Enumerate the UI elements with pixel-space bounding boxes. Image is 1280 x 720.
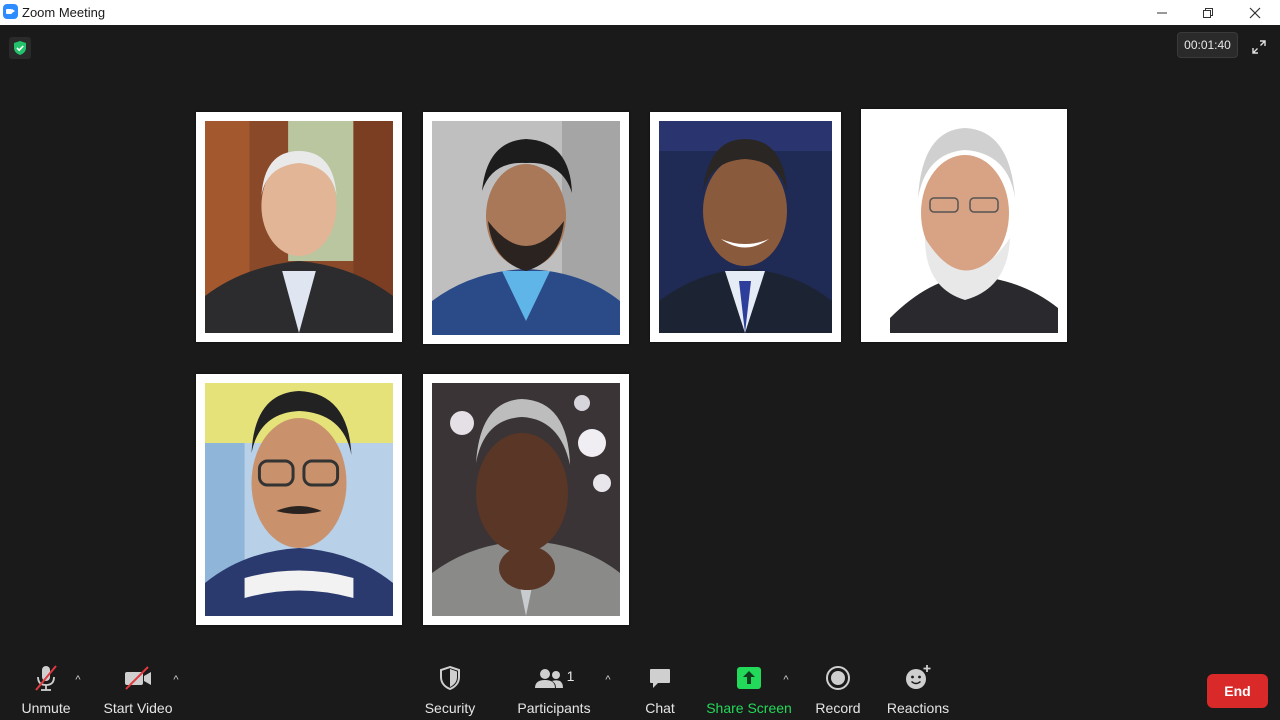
zoom-app-icon — [3, 4, 18, 19]
shield-check-icon — [14, 41, 26, 55]
participants-options-caret[interactable]: ^ — [602, 674, 614, 686]
unmute-button[interactable]: Unmute — [14, 660, 78, 720]
encryption-status[interactable] — [9, 37, 31, 59]
window-title-bar: Zoom Meeting — [0, 0, 1280, 25]
participant-photo — [659, 121, 832, 333]
video-options-caret[interactable]: ^ — [170, 674, 182, 686]
video-tile-6[interactable] — [423, 374, 629, 625]
video-tile-5[interactable] — [196, 374, 402, 625]
fullscreen-button[interactable] — [1246, 34, 1272, 60]
meeting-timer: 00:01:40 — [1177, 32, 1238, 58]
shield-icon — [439, 660, 461, 696]
chat-button[interactable]: Chat — [640, 660, 680, 720]
record-label: Record — [815, 700, 861, 716]
start-video-label: Start Video — [103, 700, 173, 716]
security-label: Security — [424, 700, 476, 716]
reactions-label: Reactions — [886, 700, 950, 716]
share-screen-label: Share Screen — [706, 700, 792, 716]
start-video-button[interactable]: Start Video — [103, 660, 173, 720]
video-tile-2[interactable] — [423, 112, 629, 344]
participant-photo — [205, 121, 393, 333]
reactions-button[interactable]: Reactions — [885, 660, 951, 720]
share-screen-button[interactable]: Share Screen — [706, 660, 792, 720]
participant-photo — [432, 383, 620, 616]
window-title: Zoom Meeting — [22, 5, 106, 20]
microphone-muted-icon — [33, 660, 59, 696]
record-icon — [825, 660, 851, 696]
record-button[interactable]: Record — [813, 660, 863, 720]
participant-photo — [432, 121, 620, 335]
chat-label: Chat — [645, 700, 675, 716]
smiley-plus-icon — [904, 660, 932, 696]
security-button[interactable]: Security — [420, 660, 480, 720]
audio-options-caret[interactable]: ^ — [72, 674, 84, 686]
minimize-icon — [1157, 12, 1167, 13]
chat-bubble-icon — [648, 660, 672, 696]
participants-icon-group: 1 — [534, 660, 575, 696]
participants-button[interactable]: 1 Participants — [514, 660, 594, 720]
people-icon — [534, 669, 563, 688]
restore-button[interactable] — [1185, 0, 1231, 25]
minimize-button[interactable] — [1139, 0, 1185, 25]
video-tile-3[interactable] — [650, 112, 841, 342]
video-tile-1[interactable] — [196, 112, 402, 342]
unmute-label: Unmute — [21, 700, 71, 716]
participants-count: 1 — [566, 668, 575, 684]
video-camera-off-icon — [123, 660, 153, 696]
participant-photo — [870, 118, 1058, 333]
share-screen-icon — [736, 660, 762, 696]
participant-photo — [205, 383, 393, 616]
close-button[interactable] — [1232, 0, 1278, 25]
close-icon — [1249, 7, 1261, 18]
participants-label: Participants — [517, 700, 591, 716]
share-options-caret[interactable]: ^ — [780, 674, 792, 686]
video-tile-4[interactable] — [861, 109, 1067, 342]
expand-icon — [1252, 40, 1266, 54]
end-meeting-button[interactable]: End — [1207, 674, 1268, 708]
restore-icon — [1203, 7, 1213, 18]
